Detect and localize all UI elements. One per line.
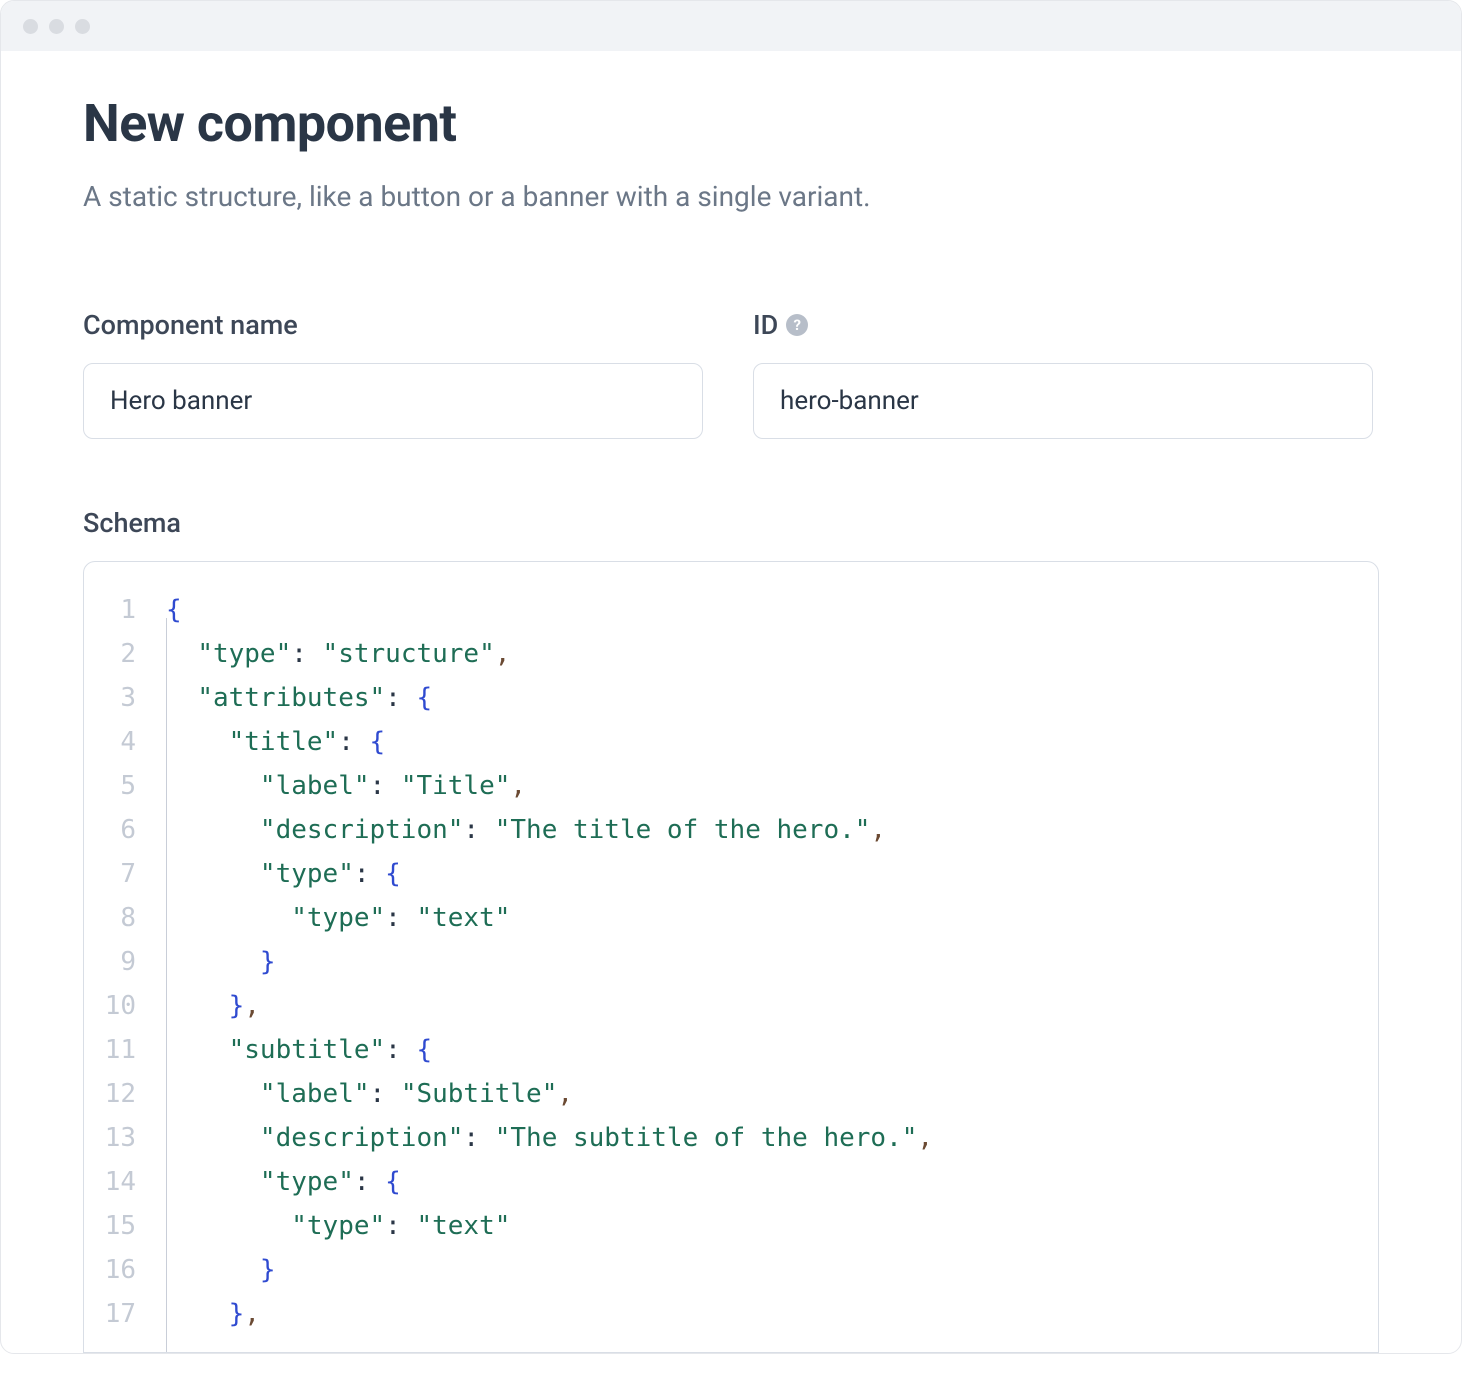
code-line: 10 }, — [102, 984, 1360, 1028]
code-line: 8 "type": "text" — [102, 896, 1360, 940]
line-number: 3 — [102, 676, 166, 720]
app-window: New component A static structure, like a… — [0, 0, 1462, 1354]
code-text: }, — [166, 984, 260, 1028]
code-text: } — [166, 1248, 276, 1292]
line-number: 14 — [102, 1160, 166, 1204]
line-number: 7 — [102, 852, 166, 896]
line-number: 17 — [102, 1292, 166, 1336]
window-minimize-icon[interactable] — [49, 19, 64, 34]
code-text: "type": "text" — [166, 1204, 510, 1248]
page-content: New component A static structure, like a… — [1, 51, 1461, 1353]
code-line: 2 "type": "structure", — [102, 632, 1360, 676]
line-number: 10 — [102, 984, 166, 1028]
code-text: "label": "Subtitle", — [166, 1072, 573, 1116]
indent-guide — [166, 618, 167, 1353]
line-number: 2 — [102, 632, 166, 676]
code-line: 15 "type": "text" — [102, 1204, 1360, 1248]
code-text: "type": { — [166, 852, 401, 896]
line-number: 11 — [102, 1028, 166, 1072]
page-subtitle: A static structure, like a button or a b… — [83, 180, 1379, 213]
line-number: 12 — [102, 1072, 166, 1116]
component-id-label-text: ID — [753, 309, 778, 341]
line-number: 8 — [102, 896, 166, 940]
code-line: 3 "attributes": { — [102, 676, 1360, 720]
component-id-field: ID ? — [753, 309, 1373, 439]
schema-label: Schema — [83, 507, 1379, 539]
page-title: New component — [83, 93, 1379, 154]
code-text: "subtitle": { — [166, 1028, 432, 1072]
window-titlebar — [1, 1, 1461, 51]
code-text: "type": "structure", — [166, 632, 510, 676]
code-line: 9 } — [102, 940, 1360, 984]
line-number: 16 — [102, 1248, 166, 1292]
schema-editor[interactable]: 1{2 "type": "structure",3 "attributes": … — [83, 561, 1379, 1353]
code-line: 11 "subtitle": { — [102, 1028, 1360, 1072]
component-id-input[interactable] — [753, 363, 1373, 439]
code-line: 5 "label": "Title", — [102, 764, 1360, 808]
component-name-input[interactable] — [83, 363, 703, 439]
line-number: 13 — [102, 1116, 166, 1160]
code-line: 14 "type": { — [102, 1160, 1360, 1204]
window-zoom-icon[interactable] — [75, 19, 90, 34]
help-icon[interactable]: ? — [786, 314, 808, 336]
code-line: 17 }, — [102, 1292, 1360, 1336]
code-text: "type": "text" — [166, 896, 510, 940]
code-text: { — [166, 588, 182, 632]
code-line: 13 "description": "The subtitle of the h… — [102, 1116, 1360, 1160]
line-number: 4 — [102, 720, 166, 764]
form-row: Component name ID ? — [83, 309, 1379, 439]
code-text: } — [166, 940, 276, 984]
line-number: 6 — [102, 808, 166, 852]
line-number: 1 — [102, 588, 166, 632]
window-close-icon[interactable] — [23, 19, 38, 34]
code-line: 1{ — [102, 588, 1360, 632]
line-number: 5 — [102, 764, 166, 808]
code-text: "label": "Title", — [166, 764, 526, 808]
component-name-field: Component name — [83, 309, 703, 439]
code-text: "type": { — [166, 1160, 401, 1204]
code-text: }, — [166, 1292, 260, 1336]
line-number: 15 — [102, 1204, 166, 1248]
code-text: "title": { — [166, 720, 385, 764]
component-id-label: ID ? — [753, 309, 1373, 341]
code-line: 16 } — [102, 1248, 1360, 1292]
code-line: 4 "title": { — [102, 720, 1360, 764]
code-line: 7 "type": { — [102, 852, 1360, 896]
code-line: 6 "description": "The title of the hero.… — [102, 808, 1360, 852]
component-name-label: Component name — [83, 309, 703, 341]
code-text: "attributes": { — [166, 676, 432, 720]
line-number: 9 — [102, 940, 166, 984]
code-text: "description": "The title of the hero.", — [166, 808, 886, 852]
code-text: "description": "The subtitle of the hero… — [166, 1116, 933, 1160]
code-line: 12 "label": "Subtitle", — [102, 1072, 1360, 1116]
